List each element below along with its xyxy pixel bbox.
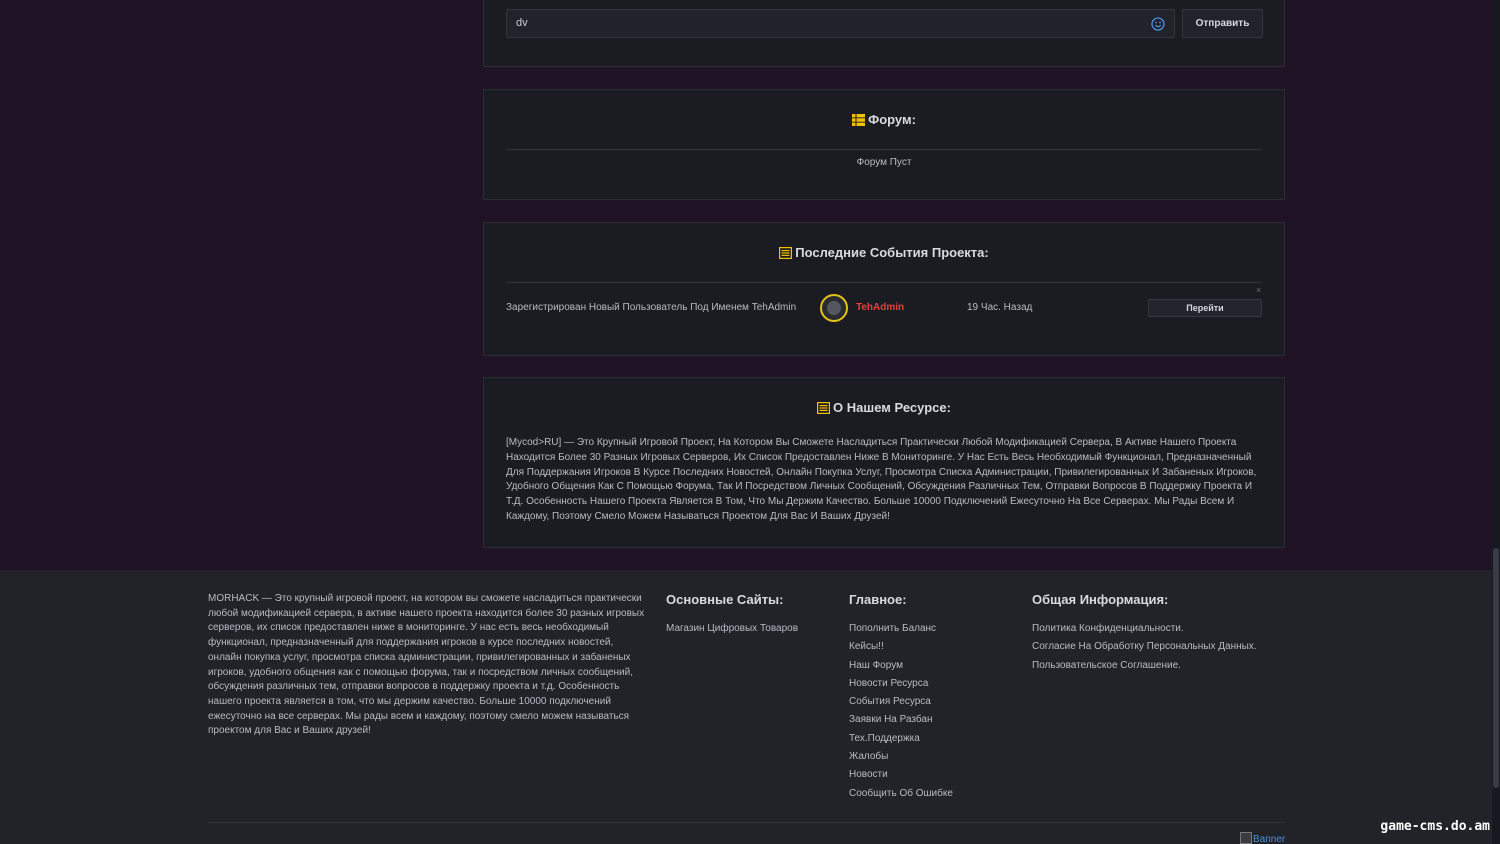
footer-divider <box>208 822 1285 823</box>
events-title: Последние События Проекта: <box>484 245 1284 260</box>
footer-link-unban[interactable]: Заявки На Разбан <box>849 711 953 729</box>
about-title-text: О Нашем Ресурсе: <box>833 400 951 415</box>
banner-link[interactable]: Banner <box>1240 832 1285 844</box>
footer-link-agreement[interactable]: Пользовательское Соглашение. <box>1032 657 1257 675</box>
footer-info-column: Общая Информация: Политика Конфиденциаль… <box>1032 592 1257 675</box>
footer-link-resource-news[interactable]: Новости Ресурса <box>849 675 953 693</box>
list-icon <box>817 402 831 414</box>
footer-link-news[interactable]: Новости <box>849 766 953 784</box>
divider <box>506 282 1262 283</box>
broken-image-icon <box>1240 832 1252 844</box>
event-go-button[interactable]: Перейти <box>1148 299 1262 317</box>
close-icon[interactable]: × <box>1256 285 1261 295</box>
list-icon <box>779 247 793 259</box>
forum-title-text: Форум: <box>868 112 916 127</box>
forum-title: Форум: <box>484 112 1284 127</box>
send-button[interactable]: Отправить <box>1182 9 1263 38</box>
footer-link-forum[interactable]: Наш Форум <box>849 657 953 675</box>
watermark: game-cms.do.am <box>1380 819 1490 834</box>
footer-link-complaints[interactable]: Жалобы <box>849 748 953 766</box>
footer-about-text: MORHACK — Это крупный игровой проект, на… <box>208 593 645 737</box>
events-title-text: Последние События Проекта: <box>795 245 989 260</box>
footer-link-report-bug[interactable]: Сообщить Об Ошибке <box>849 785 953 803</box>
footer-link-balance[interactable]: Пополнить Баланс <box>849 620 953 638</box>
events-card: Последние События Проекта: Зарегистриров… <box>483 222 1285 356</box>
footer-link-cases[interactable]: Кейсы!! <box>849 638 953 656</box>
banner-alt-text: Banner <box>1253 834 1286 844</box>
divider <box>506 149 1262 150</box>
about-title: О Нашем Ресурсе: <box>484 400 1284 415</box>
footer-link-resource-events[interactable]: События Ресурса <box>849 693 953 711</box>
footer-sites-column: Основные Сайты: Магазин Цифровых Товаров <box>666 592 798 638</box>
avatar-image <box>827 301 841 315</box>
footer-info-title: Общая Информация: <box>1032 592 1169 607</box>
footer-link-privacy[interactable]: Политика Конфиденциальности. <box>1032 620 1257 638</box>
footer-link-support[interactable]: Тех.Поддержка <box>849 730 953 748</box>
avatar[interactable] <box>820 294 848 322</box>
footer: MORHACK — Это крупный игровой проект, на… <box>0 570 1492 844</box>
about-text: [Mycod>RU] — Это Крупный Игровой Проект,… <box>506 437 1257 522</box>
emoji-icon[interactable] <box>1151 17 1165 31</box>
chat-card: dv Отправить <box>483 0 1285 67</box>
footer-main-column: Главное: Пополнить Баланс Кейсы!! Наш Фо… <box>849 592 953 803</box>
event-row: Зарегистрирован Новый Пользователь Под И… <box>506 285 1262 323</box>
chat-input[interactable]: dv <box>506 9 1175 38</box>
event-text: Зарегистрирован Новый Пользователь Под И… <box>506 302 797 313</box>
event-username-link[interactable]: TehAdmin <box>856 302 904 313</box>
scrollbar-thumb[interactable] <box>1493 548 1499 788</box>
footer-sites-title: Основные Сайты: <box>666 592 784 607</box>
footer-link-consent[interactable]: Согласие На Обработку Персональных Данны… <box>1032 638 1257 656</box>
forum-empty-text: Форум Пуст <box>856 157 912 168</box>
forum-card: Форум: Форум Пуст <box>483 89 1285 200</box>
footer-link-shop[interactable]: Магазин Цифровых Товаров <box>666 620 798 638</box>
footer-main-title: Главное: <box>849 592 907 607</box>
grid-icon <box>852 114 866 126</box>
event-time: 19 Час. Назад <box>967 302 1033 313</box>
about-card: О Нашем Ресурсе: [Mycod>RU] — Это Крупны… <box>483 377 1285 548</box>
